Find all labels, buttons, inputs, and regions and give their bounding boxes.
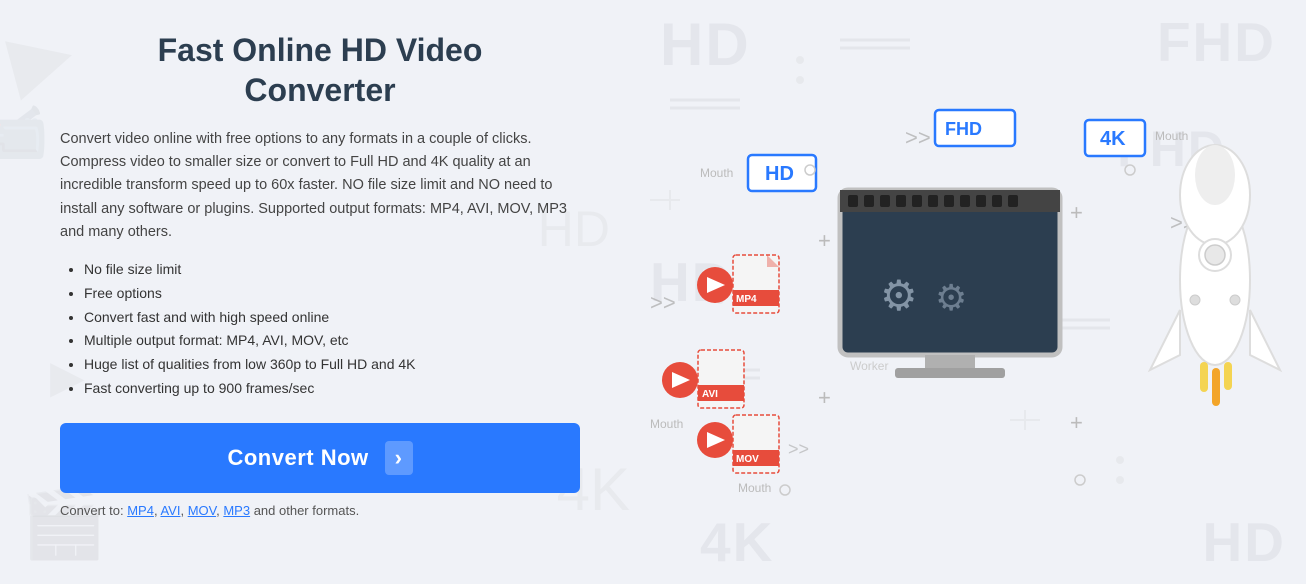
svg-text:HD: HD <box>765 163 794 185</box>
page-title: Fast Online HD Video Converter <box>60 30 580 110</box>
convert-button-wrapper: Convert Now › <box>60 423 580 493</box>
svg-text:+: + <box>1070 200 1083 225</box>
feature-item: Fast converting up to 900 frames/sec <box>84 377 580 401</box>
feature-item: Convert fast and with high speed online <box>84 306 580 330</box>
description-text: Convert video online with free options t… <box>60 128 580 244</box>
format-mp3-link[interactable]: MP3 <box>223 503 250 518</box>
svg-text:Mouth: Mouth <box>738 481 771 495</box>
format-mp4-link[interactable]: MP4 <box>127 503 154 518</box>
svg-text:+: + <box>818 228 831 253</box>
svg-text:⚙: ⚙ <box>880 272 918 319</box>
svg-text:MP4: MP4 <box>736 294 757 305</box>
svg-text:>>: >> <box>788 439 809 459</box>
feature-item: Multiple output format: MP4, AVI, MOV, e… <box>84 329 580 353</box>
svg-text:+: + <box>818 385 831 410</box>
svg-text:Mouth: Mouth <box>1155 129 1188 143</box>
svg-text:⚙: ⚙ <box>935 277 967 318</box>
svg-text:Mouth: Mouth <box>650 417 683 431</box>
arrow-icon: › <box>385 441 413 475</box>
left-panel: ▶ 📹 🎬 HD 4K ▶ Fast Online HD Video Conve… <box>0 0 640 584</box>
feature-item: No file size limit <box>84 258 580 282</box>
svg-text:+: + <box>1070 410 1083 435</box>
svg-text:Worker: Worker <box>850 359 888 373</box>
format-links-suffix: and other formats. <box>250 503 359 518</box>
format-avi-link[interactable]: AVI <box>160 503 180 518</box>
right-panel: HD FHD HD 4K HD FHD <box>640 0 1306 584</box>
format-mov-link[interactable]: MOV <box>188 503 216 518</box>
format-links-prefix: Convert to: <box>60 503 127 518</box>
page-wrapper: ▶ 📹 🎬 HD 4K ▶ Fast Online HD Video Conve… <box>0 0 1306 584</box>
feature-item: Huge list of qualities from low 360p to … <box>84 353 580 377</box>
features-list: No file size limit Free options Convert … <box>60 258 580 401</box>
svg-text:4K: 4K <box>1100 128 1126 150</box>
feature-item: Free options <box>84 282 580 306</box>
convert-button-label: Convert Now <box>227 445 368 471</box>
svg-text:MOV: MOV <box>736 454 759 465</box>
svg-text:>>: >> <box>650 290 676 315</box>
format-links: Convert to: MP4, AVI, MOV, MP3 and other… <box>60 503 580 518</box>
svg-text:Mouth: Mouth <box>700 166 733 180</box>
convert-now-button[interactable]: Convert Now › <box>60 423 580 493</box>
svg-text:>>: >> <box>905 125 931 150</box>
main-illustration: >> HD Mouth FHD 4K Mouth >> >> <box>640 0 1300 584</box>
svg-text:AVI: AVI <box>702 389 718 400</box>
svg-text:FHD: FHD <box>945 119 982 139</box>
